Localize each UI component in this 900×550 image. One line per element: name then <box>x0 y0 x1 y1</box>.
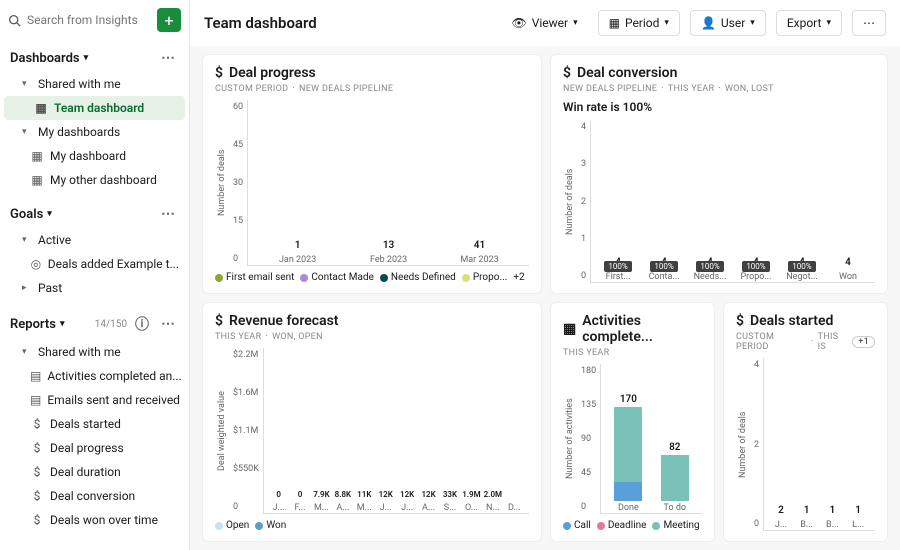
chart-plot: 4100%First...4100%Conta...4100%Needs...4… <box>590 120 875 283</box>
dollar-icon: $ <box>215 65 223 81</box>
y-axis-label: Deal weighted value <box>215 348 229 514</box>
sidebar-team-dashboard[interactable]: ▦Team dashboard <box>4 96 185 120</box>
reports-count: 14/150 <box>95 319 127 330</box>
sidebar-my-dashboards[interactable]: ▾My dashboards <box>0 120 189 144</box>
more-icon[interactable]: ⋯ <box>157 206 179 222</box>
card-title: Deal conversion <box>577 65 677 81</box>
card-title: Revenue forecast <box>229 313 339 329</box>
target-icon: ◎ <box>30 257 42 271</box>
chevron-down-icon: ▾ <box>22 127 32 137</box>
report-deal-conversion[interactable]: $Deal conversion <box>0 484 189 508</box>
reports-header[interactable]: Reports▾ 14/150 ⓘ ⋯ <box>0 308 189 340</box>
more-button[interactable]: ⋯ <box>852 10 886 36</box>
more-badge[interactable]: +1 <box>852 336 875 348</box>
card-deal-conversion: $Deal conversion NEW DEALS PIPELINE·THIS… <box>550 54 888 294</box>
dollar-icon: $ <box>563 65 571 81</box>
chevron-down-icon: ▾ <box>47 209 52 219</box>
chart-plot: 2J...1B...1B...1L... <box>763 358 875 531</box>
y-axis-label: Number of deals <box>736 358 750 531</box>
dollar-icon: $ <box>30 465 44 479</box>
winrate-text: Win rate is 100% <box>563 100 875 114</box>
chevron-down-icon: ▾ <box>60 319 65 329</box>
calendar-icon: ▦ <box>563 321 576 337</box>
chevron-down-icon: ▾ <box>826 18 831 28</box>
chevron-down-icon: ▾ <box>22 235 32 245</box>
search-icon <box>8 14 21 27</box>
card-title: Deals started <box>750 313 833 329</box>
viewer-dropdown[interactable]: 👁Viewer▾ <box>501 11 587 35</box>
period-dropdown[interactable]: ▦Period▾ <box>598 10 680 36</box>
y-axis-label: Number of deals <box>563 120 577 283</box>
sidebar-my-other-dashboard[interactable]: ▦My other dashboard <box>0 168 189 192</box>
legend: OpenWon <box>215 520 529 531</box>
more-icon[interactable]: ⋯ <box>157 50 179 66</box>
chevron-down-icon: ▾ <box>22 347 32 357</box>
calendar-icon: ▤ <box>30 393 41 407</box>
refresh-dollar-icon: $ <box>215 313 223 329</box>
dollar-icon: $ <box>736 313 744 329</box>
grid-icon: ▦ <box>30 173 44 187</box>
chart-plot: 0J...0F...7.9KM...8.8KA...11KM...12KJ...… <box>263 348 529 514</box>
report-emails[interactable]: ▤Emails sent and received <box>0 388 189 412</box>
dollar-icon: $ <box>30 417 44 431</box>
sidebar-active[interactable]: ▾Active <box>0 228 189 252</box>
topbar: Team dashboard 👁Viewer▾ ▦Period▾ 👤User▾ … <box>190 0 900 46</box>
dollar-icon: $ <box>30 513 44 527</box>
legend: CallDeadlineMeeting <box>563 520 702 531</box>
search-input[interactable] <box>8 13 151 27</box>
user-dropdown[interactable]: 👤User▾ <box>690 10 766 36</box>
calendar-icon: ▤ <box>30 369 41 383</box>
report-deals-started[interactable]: $Deals started <box>0 412 189 436</box>
grid-icon: ▦ <box>34 101 48 115</box>
goals-header[interactable]: Goals▾ ⋯ <box>0 200 189 228</box>
card-deals-started: $Deals started CUSTOM PERIOD·THIS IS+1 N… <box>723 302 888 542</box>
card-deal-progress: $Deal progress CUSTOM PERIOD·NEW DEALS P… <box>202 54 542 294</box>
sidebar-shared-reports[interactable]: ▾Shared with me <box>0 340 189 364</box>
page-title: Team dashboard <box>204 14 317 32</box>
report-deal-duration[interactable]: $Deal duration <box>0 460 189 484</box>
grid-icon: ▦ <box>30 149 44 163</box>
dollar-icon: $ <box>30 441 44 455</box>
more-badge[interactable]: +2 <box>513 272 524 283</box>
y-axis-label: Number of deals <box>215 100 229 266</box>
legend: First email sentContact MadeNeeds Define… <box>215 272 529 283</box>
chevron-down-icon: ▾ <box>573 18 578 28</box>
more-icon[interactable]: ⋯ <box>157 316 179 332</box>
report-activities[interactable]: ▤Activities completed an... <box>0 364 189 388</box>
eye-icon: 👁 <box>511 16 526 30</box>
sidebar-shared-with-me[interactable]: ▾Shared with me <box>0 72 189 96</box>
card-title: Deal progress <box>229 65 316 81</box>
info-icon[interactable]: ⓘ <box>131 314 153 334</box>
report-deal-progress[interactable]: $Deal progress <box>0 436 189 460</box>
export-button[interactable]: Export▾ <box>776 10 842 36</box>
chevron-down-icon: ▾ <box>750 18 755 28</box>
sidebar-past[interactable]: ▸Past <box>0 276 189 300</box>
chart-plot: 170Done82To do <box>600 364 702 514</box>
user-icon: 👤 <box>701 16 716 30</box>
report-deals-won[interactable]: $Deals won over time <box>0 508 189 532</box>
card-title: Activities complete... <box>582 313 702 345</box>
card-revenue-forecast: $Revenue forecast THIS YEAR·WON, OPEN De… <box>202 302 542 542</box>
chevron-down-icon: ▾ <box>22 79 32 89</box>
sidebar-my-dashboard[interactable]: ▦My dashboard <box>0 144 189 168</box>
add-button[interactable]: + <box>157 8 181 32</box>
chevron-down-icon: ▾ <box>84 53 89 63</box>
calendar-icon: ▦ <box>609 16 620 30</box>
chevron-down-icon: ▾ <box>664 18 669 28</box>
chart-plot: 1Jan 202313Feb 202341Mar 2023 <box>247 100 529 266</box>
dashboards-header[interactable]: Dashboards▾ ⋯ <box>0 44 189 72</box>
sidebar: + Dashboards▾ ⋯ ▾Shared with me ▦Team da… <box>0 0 190 550</box>
card-activities: ▦Activities complete... THIS YEAR Number… <box>550 302 715 542</box>
sidebar-goal-item[interactable]: ◎Deals added Example t... <box>0 252 189 276</box>
dollar-icon: $ <box>30 489 44 503</box>
y-axis-label: Number of activities <box>563 364 577 514</box>
chevron-right-icon: ▸ <box>22 283 32 293</box>
